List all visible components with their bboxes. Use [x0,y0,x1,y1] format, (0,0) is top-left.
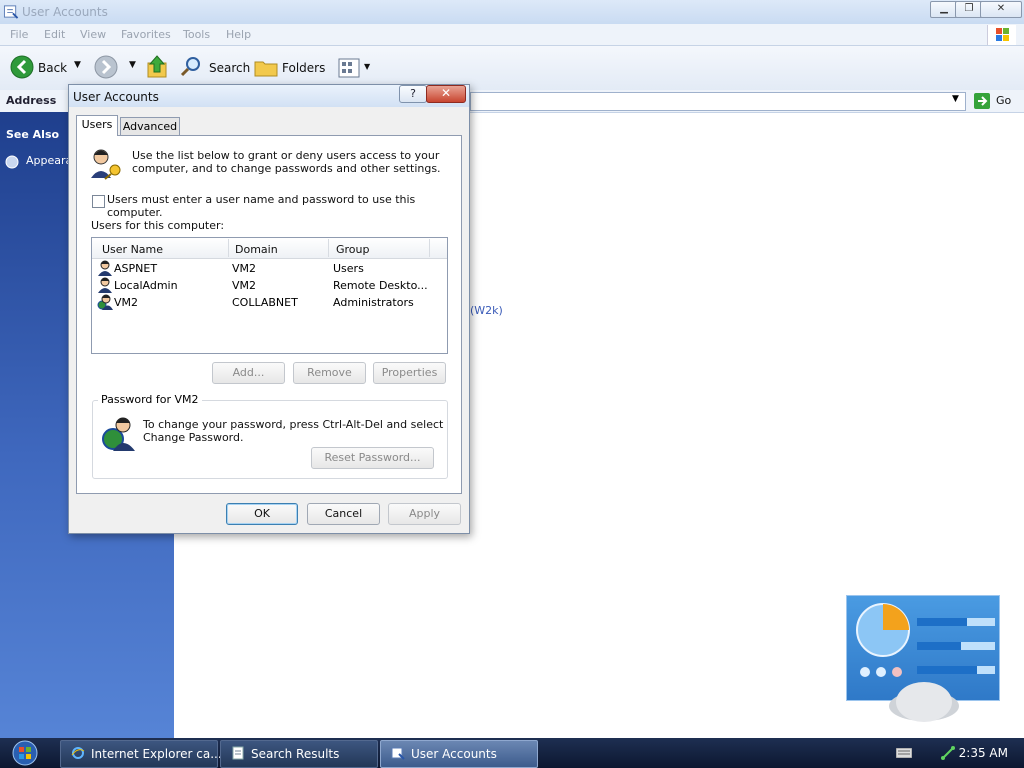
back-button[interactable]: Back [38,61,67,75]
password-groupbox: Password for VM2 To change your password… [92,393,448,479]
add-user-button[interactable]: Add... [212,362,285,384]
content-text-w2k: (W2k) [470,304,503,317]
address-label: Address [6,94,57,107]
forward-arrow-icon[interactable] [94,55,118,79]
dialog-close-button[interactable]: ✕ [426,85,466,103]
tab-users[interactable]: Users [76,115,118,136]
search-button[interactable]: Search [209,61,250,75]
user-name-cell: LocalAdmin [114,279,178,292]
close-window-button[interactable]: ✕ [980,1,1022,18]
up-folder-icon[interactable] [146,54,170,80]
gadget-dome-icon [889,682,959,722]
help-button[interactable]: ? [399,85,427,103]
users-listview[interactable]: User Name Domain Group ASPNET VM2 Users [91,237,448,354]
column-header-group[interactable]: Group [336,243,370,256]
taskbar-item-search-results[interactable]: Search Results [220,740,378,768]
views-dropdown-icon[interactable]: ▼ [364,62,370,71]
user-group-cell: Remote Deskto... [333,279,428,292]
taskbar-item-label: Search Results [251,747,340,761]
taskbar-item-label: Internet Explorer ca... [91,747,222,761]
internet-explorer-icon [71,747,85,759]
menu-bar: File Edit View Favorites Tools Help [0,24,1024,46]
cpu-meter-gadget[interactable] [846,595,1000,722]
table-row[interactable]: LocalAdmin VM2 Remote Deskto... [92,277,447,294]
users-keys-icon [91,149,121,180]
user-icon [98,277,112,293]
column-header-user-name[interactable]: User Name [102,243,163,256]
taskbar: Internet Explorer ca... Search Results U… [0,738,1024,768]
apply-button[interactable]: Apply [388,503,461,525]
user-group-cell: Administrators [333,296,414,309]
intro-text-line2: computer, and to change passwords and ot… [132,162,441,175]
restore-button[interactable]: ❐ [955,1,983,18]
password-text-line1: To change your password, press Ctrl-Alt-… [143,418,444,431]
menu-view[interactable]: View [80,28,106,41]
user-group-cell: Users [333,262,364,275]
ok-button[interactable]: OK [226,503,298,525]
remove-user-button[interactable]: Remove [293,362,366,384]
minimize-button[interactable]: ▁ [930,1,958,18]
intro-text-line1: Use the list below to grant or deny user… [132,149,440,162]
dialog-titlebar[interactable]: User Accounts ? ✕ [69,85,469,107]
menu-file[interactable]: File [10,28,28,41]
forward-dropdown-icon[interactable]: ▼ [129,60,136,70]
user-name-cell: VM2 [114,296,139,309]
explorer-window-title: User Accounts [22,5,108,19]
back-arrow-icon[interactable] [10,55,34,79]
user-domain-cell: VM2 [232,279,257,292]
users-tab-panel: Use the list below to grant or deny user… [76,135,462,494]
user-accounts-dialog: User Accounts ? ✕ Users Advanced Use the… [68,84,470,534]
windows-logo-icon [987,25,1016,45]
password-group-title: Password for VM2 [98,393,202,406]
menu-tools[interactable]: Tools [183,28,210,41]
require-password-checkbox[interactable] [92,195,105,208]
network-icon[interactable] [940,745,956,761]
go-arrow-icon[interactable] [974,93,990,109]
dialog-title: User Accounts [73,90,159,104]
taskbar-item-label: User Accounts [411,747,497,761]
search-icon[interactable] [180,56,202,78]
address-input[interactable] [470,92,966,111]
views-icon[interactable] [338,58,360,78]
require-password-label[interactable]: Users must enter a user name and passwor… [107,193,461,219]
reset-password-button[interactable]: Reset Password... [311,447,434,469]
folders-button[interactable]: Folders [282,61,325,75]
user-domain-cell: VM2 [232,262,257,275]
table-row[interactable]: VM2 COLLABNET Administrators [92,294,447,311]
user-icon [98,260,112,276]
menu-help[interactable]: Help [226,28,251,41]
user-accounts-icon [391,747,405,760]
users-list-label: Users for this computer: [91,219,225,232]
listview-header: User Name Domain Group [92,238,447,259]
explorer-titlebar: User Accounts ▁ ❐ ✕ [0,0,1024,24]
taskbar-item-user-accounts[interactable]: User Accounts [380,740,538,768]
appearance-icon [5,155,19,169]
see-also-heading: See Also [6,128,60,141]
start-button-icon[interactable] [8,740,42,766]
user-name-cell: ASPNET [114,262,158,275]
user-globe-icon [97,294,113,310]
properties-button[interactable]: Properties [373,362,446,384]
address-dropdown-icon[interactable]: ▼ [952,94,959,104]
menu-edit[interactable]: Edit [44,28,65,41]
tab-advanced[interactable]: Advanced [120,117,180,136]
cancel-button[interactable]: Cancel [307,503,380,525]
keyboard-icon[interactable] [896,748,912,758]
user-domain-cell: COLLABNET [232,296,298,309]
menu-favorites[interactable]: Favorites [121,28,171,41]
password-text-line2: Change Password. [143,431,244,444]
document-search-icon [232,746,244,760]
user-globe-large-icon [102,417,135,451]
go-button[interactable]: Go [996,94,1011,107]
explorer-window-icon [3,5,19,19]
folders-icon[interactable] [254,57,278,77]
column-header-domain[interactable]: Domain [235,243,278,256]
taskbar-item-ie[interactable]: Internet Explorer ca... [60,740,222,768]
back-dropdown-icon[interactable]: ▼ [74,60,81,70]
table-row[interactable]: ASPNET VM2 Users [92,260,447,277]
appearance-link[interactable]: Appeara [26,154,72,167]
system-clock[interactable]: 2:35 AM [959,746,1008,760]
